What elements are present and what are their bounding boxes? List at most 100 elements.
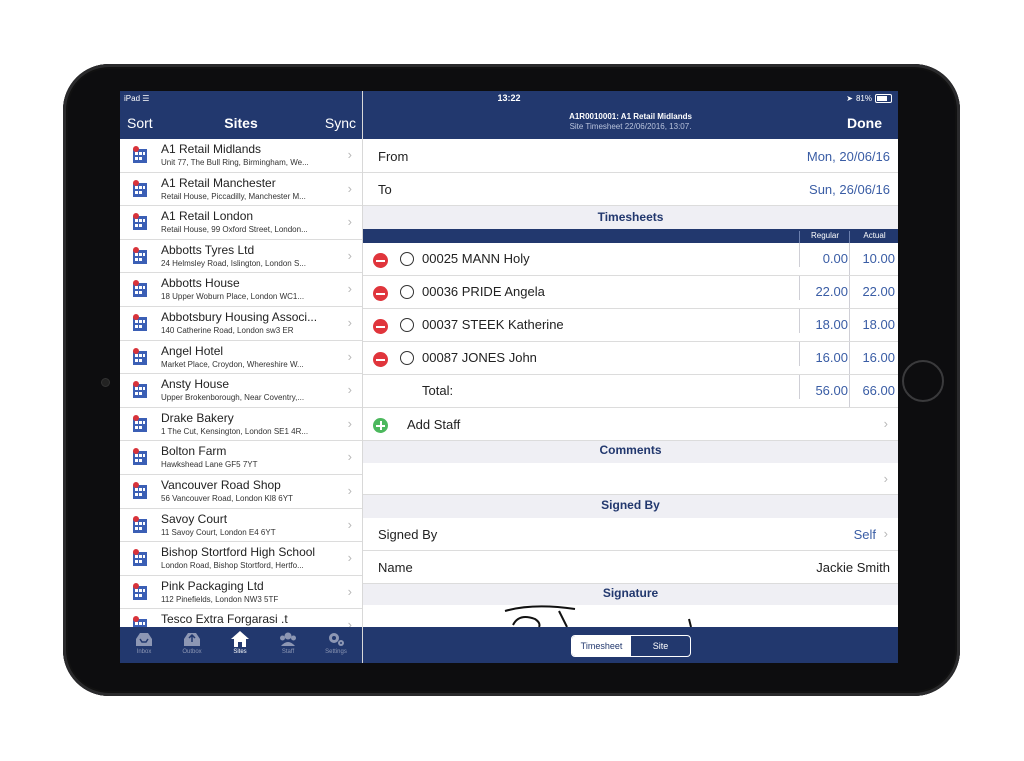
- chevron-right-icon: ›: [347, 147, 352, 162]
- site-name: Ansty House: [161, 377, 230, 392]
- delete-icon[interactable]: [373, 286, 388, 301]
- outbox-icon: [184, 633, 200, 646]
- site-name: A1 Retail London: [161, 209, 254, 224]
- select-radio[interactable]: [400, 252, 414, 266]
- regular-hours[interactable]: 18.00: [799, 309, 850, 333]
- list-item[interactable]: Vancouver Road Shop 56 Vancouver Road, Lo…: [120, 475, 362, 509]
- site-icon: [133, 582, 147, 600]
- actual-hours[interactable]: 10.00: [849, 243, 898, 275]
- from-row[interactable]: From Mon, 20/06/16: [363, 139, 898, 173]
- timesheet-subtitle: Site Timesheet 22/06/2016, 13:07.: [569, 122, 692, 131]
- site-address: Upper Brokenborough, Near Coventry,...: [161, 393, 305, 403]
- select-radio[interactable]: [400, 285, 414, 299]
- list-item[interactable]: Abbotts Tyres Ltd 24 Helmsley Road, Islin…: [120, 240, 362, 274]
- site-name: Tesco Extra Forgarasi .t: [161, 612, 288, 627]
- list-item[interactable]: Savoy Court 11 Savoy Court, London E4 6YT…: [120, 509, 362, 543]
- add-staff-row[interactable]: Add Staff ›: [363, 408, 898, 441]
- site-address: Unit 77, The Bull Ring, Birmingham, We..…: [161, 158, 309, 167]
- list-item[interactable]: Drake Bakery 1 The Cut, Kensington, Londo…: [120, 408, 362, 442]
- name-value[interactable]: Jackie Smith: [816, 560, 890, 575]
- site-address: 1 The Cut, Kensington, London SE1 4R...: [161, 426, 309, 436]
- actual-hours[interactable]: 16.00: [849, 342, 898, 374]
- list-item[interactable]: Abbotts House 18 Upper Woburn Place, Lond…: [120, 273, 362, 307]
- staff-name: 00037 STEEK Katherine: [422, 317, 564, 332]
- signed-by-section-header: Signed By: [601, 498, 660, 512]
- regular-hours[interactable]: 22.00: [799, 276, 850, 300]
- signature-pad[interactable]: [363, 605, 898, 628]
- add-icon[interactable]: [373, 418, 388, 433]
- tab-settings[interactable]: Settings: [312, 627, 360, 663]
- list-item[interactable]: Abbotsbury Housing Associ... 140 Catherin…: [120, 307, 362, 341]
- list-item[interactable]: Tesco Extra Forgarasi .t1140, XIV, ker.l…: [120, 609, 362, 627]
- tab-sites[interactable]: Sites: [216, 627, 264, 663]
- site-icon: [133, 313, 147, 331]
- done-button[interactable]: Done: [847, 115, 882, 131]
- table-row[interactable]: 00025 MANN Holy 0.00 10.00: [363, 243, 898, 276]
- chevron-right-icon: ›: [347, 180, 352, 196]
- site-name: Drake Bakery: [161, 410, 234, 425]
- chevron-right-icon: ›: [347, 583, 352, 599]
- comments-row[interactable]: ›: [363, 463, 898, 495]
- sync-button[interactable]: Sync: [325, 115, 356, 131]
- table-row[interactable]: 00037 STEEK Katherine 18.00 18.00: [363, 309, 898, 342]
- from-value[interactable]: Mon, 20/06/16: [807, 149, 890, 164]
- segment-timesheet[interactable]: Timesheet: [572, 636, 631, 656]
- table-row[interactable]: 00087 JONES John 16.00 16.00: [363, 342, 898, 375]
- tab-staff[interactable]: Staff: [264, 627, 312, 663]
- list-item[interactable]: A1 Retail London Retail House, 99 Oxford …: [120, 206, 362, 240]
- chevron-right-icon: ›: [883, 471, 888, 486]
- select-radio[interactable]: [400, 351, 414, 365]
- site-name: Abbotts Tyres Ltd: [161, 242, 255, 257]
- signed-by-label: Signed By: [378, 527, 438, 542]
- list-item[interactable]: A1 Retail Midlands Unit 77, The Bull Ring…: [120, 139, 362, 173]
- site-name: Savoy Court: [161, 511, 228, 526]
- table-row[interactable]: 00036 PRIDE Angela 22.00 22.00: [363, 276, 898, 309]
- timesheet-panel: A1R0010001: A1 Retail Midlands Site Time…: [363, 91, 898, 663]
- list-item[interactable]: Angel Hotel Market Place, Croydon, Wheres…: [120, 341, 362, 375]
- signed-by-value[interactable]: Self: [854, 527, 876, 542]
- total-actual: 66.00: [849, 375, 898, 407]
- chevron-right-icon: ›: [347, 382, 352, 398]
- select-radio[interactable]: [400, 318, 414, 332]
- regular-hours[interactable]: 16.00: [799, 342, 850, 366]
- sites-list: A1 Retail Midlands Unit 77, The Bull Ring…: [120, 139, 362, 627]
- to-row[interactable]: To Sun, 26/06/16: [363, 173, 898, 206]
- segmented-control[interactable]: Timesheet Site: [571, 635, 691, 657]
- chevron-right-icon: ›: [347, 247, 352, 263]
- home-button[interactable]: [902, 360, 944, 402]
- timesheet-columns-header: Regular Actual: [363, 229, 898, 243]
- site-address: 24 Helmsley Road, Islington, London S...: [161, 258, 306, 268]
- status-time: 13:22: [497, 93, 521, 103]
- chevron-right-icon: ›: [347, 314, 352, 330]
- tab-outbox[interactable]: Outbox: [168, 627, 216, 663]
- status-bar: iPad ☰ 13:22 ➤ 81%: [120, 91, 898, 105]
- to-value[interactable]: Sun, 26/06/16: [809, 182, 890, 197]
- staff-name: 00036 PRIDE Angela: [422, 284, 545, 299]
- site-name: Pink Packaging Ltd: [161, 578, 264, 593]
- regular-hours[interactable]: 0.00: [799, 243, 850, 267]
- tab-inbox[interactable]: Inbox: [120, 627, 168, 663]
- staff-name: 00087 JONES John: [422, 350, 537, 365]
- delete-icon[interactable]: [373, 352, 388, 367]
- site-name: Vancouver Road Shop: [161, 477, 281, 492]
- site-name: A1 Retail Midlands: [161, 142, 262, 156]
- site-icon: [133, 616, 147, 627]
- list-item[interactable]: A1 Retail Manchester Retail House, Piccad…: [120, 173, 362, 207]
- name-label: Name: [378, 560, 413, 575]
- delete-icon[interactable]: [373, 253, 388, 268]
- list-item[interactable]: Ansty House Upper Brokenborough, Near Cov…: [120, 374, 362, 408]
- actual-hours[interactable]: 22.00: [849, 276, 898, 308]
- list-item[interactable]: Pink Packaging Ltd 112 Pinefields, London…: [120, 576, 362, 610]
- list-item[interactable]: Bishop Stortford High School London Road,…: [120, 542, 362, 576]
- site-icon: [133, 213, 147, 231]
- signed-by-row[interactable]: Signed By Self ›: [363, 518, 898, 551]
- name-row[interactable]: Name Jackie Smith: [363, 551, 898, 584]
- list-item[interactable]: Bolton Farm Hawkshead Lane GF5 7YT ›: [120, 441, 362, 475]
- from-label: From: [378, 149, 409, 164]
- total-regular: 56.00: [799, 375, 850, 399]
- total-label: Total:: [422, 383, 454, 398]
- delete-icon[interactable]: [373, 319, 388, 334]
- segment-site[interactable]: Site: [631, 636, 690, 656]
- actual-hours[interactable]: 18.00: [849, 309, 898, 341]
- add-staff-label[interactable]: Add Staff: [407, 417, 460, 432]
